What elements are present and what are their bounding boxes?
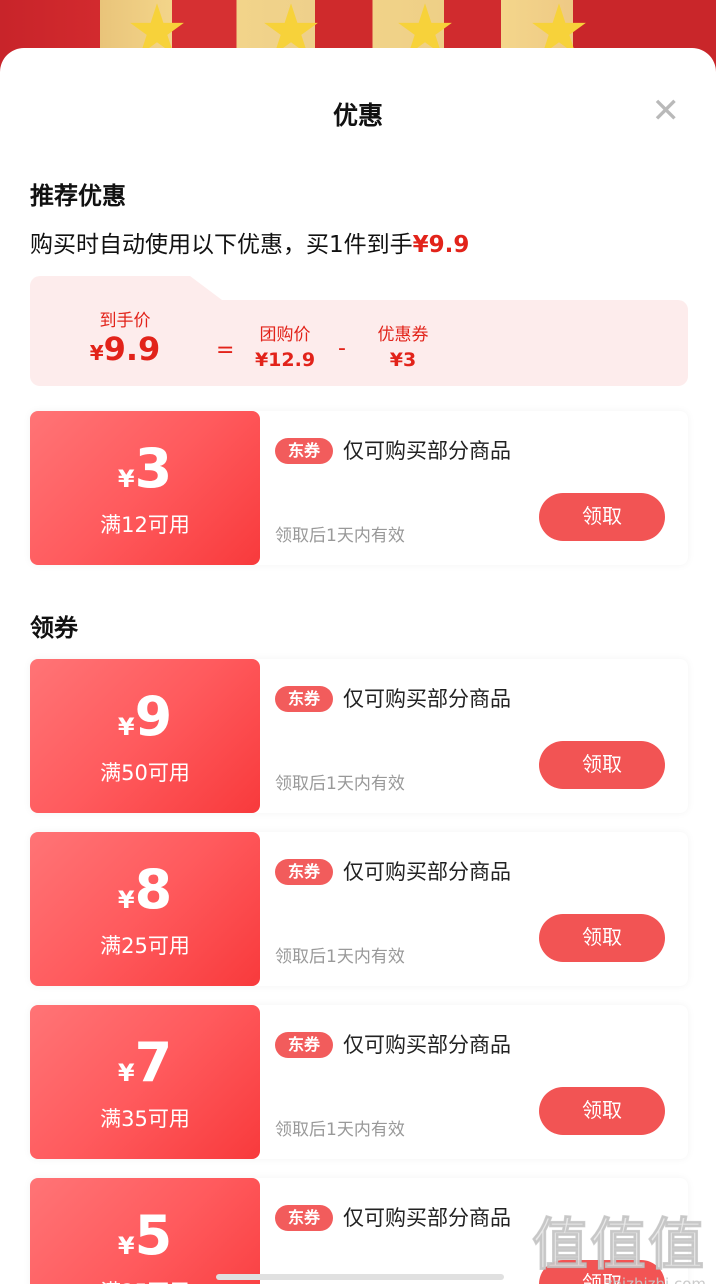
coupon-validity: 领取后1天内有效: [275, 947, 405, 967]
coupon-amount-number: 3: [134, 437, 173, 500]
final-price-label: 到手价: [99, 311, 151, 331]
coupon-condition: 满50可用: [100, 761, 190, 785]
yen-symbol: ¥: [117, 1059, 135, 1087]
coupon-discount-col: 优惠券 ¥3: [358, 320, 448, 371]
watermark-logo: 值值值: [532, 1213, 706, 1279]
minus-sign: -: [338, 336, 346, 361]
coupon-value-panel: ¥5 满25可用: [30, 1178, 260, 1284]
coupon-tag: 东券: [275, 1032, 333, 1058]
coupon-scope: 仅可购买部分商品: [343, 687, 511, 711]
recommended-description: 购买时自动使用以下优惠，买1件到手¥9.9: [30, 225, 469, 259]
claim-button[interactable]: 领取: [539, 1087, 665, 1135]
coupon-card: ¥7 满35可用 东券 仅可购买部分商品 领取后1天内有效 领取: [30, 1005, 688, 1159]
claim-button[interactable]: 领取: [539, 914, 665, 962]
group-price-col: 团购价 ¥12.9: [240, 320, 330, 371]
watermark: 值值值 zhizhizhi.com: [532, 1200, 707, 1284]
coupon-tag: 东券: [275, 1205, 333, 1231]
group-price-value: ¥12.9: [254, 349, 316, 371]
group-price-label: 团购价: [259, 325, 311, 345]
final-price-col: 到手价 ¥9.9: [80, 306, 170, 371]
coupon-discount-label: 优惠券: [377, 325, 429, 345]
recommended-section-title: 推荐优惠: [30, 182, 126, 210]
coupon-condition: 满25可用: [100, 934, 190, 958]
coupon-validity: 领取后1天内有效: [275, 1120, 405, 1140]
coupon-validity: 领取后1天内有效: [275, 526, 405, 546]
coupon-value-panel: ¥7 满35可用: [30, 1005, 260, 1159]
coupon-tag: 东券: [275, 859, 333, 885]
yen-symbol: ¥: [117, 465, 135, 493]
final-price-number: 9.9: [103, 330, 161, 368]
description-price: ¥9.9: [412, 232, 470, 258]
yen-symbol: ¥: [117, 1232, 135, 1260]
home-indicator[interactable]: [216, 1274, 504, 1280]
coupon-amount-number: 8: [134, 858, 173, 921]
coupon-value-panel: ¥3 满12可用: [30, 411, 260, 565]
close-icon[interactable]: ✕: [652, 94, 681, 128]
promotions-sheet: 优惠 ✕ 推荐优惠 购买时自动使用以下优惠，买1件到手¥9.9 到手价 ¥9.9…: [0, 48, 716, 1284]
sheet-title: 优惠: [332, 101, 383, 130]
coupon-validity: 领取后1天内有效: [275, 774, 405, 794]
claim-button[interactable]: 领取: [539, 741, 665, 789]
coupon-tag: 东券: [275, 438, 333, 464]
claim-section-title: 领券: [30, 614, 78, 642]
coupon-value-panel: ¥9 满50可用: [30, 659, 260, 813]
coupon-condition: 满12可用: [100, 513, 190, 537]
coupon-scope: 仅可购买部分商品: [343, 860, 511, 884]
coupon-amount-number: 5: [134, 1204, 173, 1267]
yen-symbol: ¥: [117, 886, 135, 914]
coupon-tag: 东券: [275, 686, 333, 712]
equals-sign: =: [216, 338, 235, 363]
coupon-scope: 仅可购买部分商品: [343, 1033, 511, 1057]
yen-symbol: ¥: [117, 713, 135, 741]
final-price-value: ¥9.9: [80, 331, 170, 371]
description-text: 购买时自动使用以下优惠，买1件到手: [30, 232, 413, 258]
coupon-amount: ¥7: [30, 1033, 260, 1093]
coupon-condition: 满35可用: [100, 1107, 190, 1131]
coupon-card: ¥8 满25可用 东券 仅可购买部分商品 领取后1天内有效 领取: [30, 832, 688, 986]
coupon-amount: ¥5: [30, 1206, 260, 1266]
claim-button[interactable]: 领取: [539, 493, 665, 541]
coupon-value-panel: ¥8 满25可用: [30, 832, 260, 986]
price-summary: 到手价 ¥9.9 = 团购价 ¥12.9 - 优惠券 ¥3: [30, 276, 688, 386]
yen-symbol: ¥: [89, 341, 104, 365]
coupon-discount-value: ¥3: [389, 349, 417, 371]
coupon-amount-number: 7: [134, 1031, 173, 1094]
coupon-card: ¥9 满50可用 东券 仅可购买部分商品 领取后1天内有效 领取: [30, 659, 688, 813]
coupon-card: ¥3 满12可用 东券 仅可购买部分商品 领取后1天内有效 领取: [30, 411, 688, 565]
coupon-amount: ¥9: [30, 687, 260, 747]
coupon-amount: ¥3: [30, 439, 260, 499]
coupon-scope: 仅可购买部分商品: [343, 439, 511, 463]
coupon-scope: 仅可购买部分商品: [343, 1206, 511, 1230]
coupon-amount-number: 9: [134, 685, 173, 748]
coupon-amount: ¥8: [30, 860, 260, 920]
